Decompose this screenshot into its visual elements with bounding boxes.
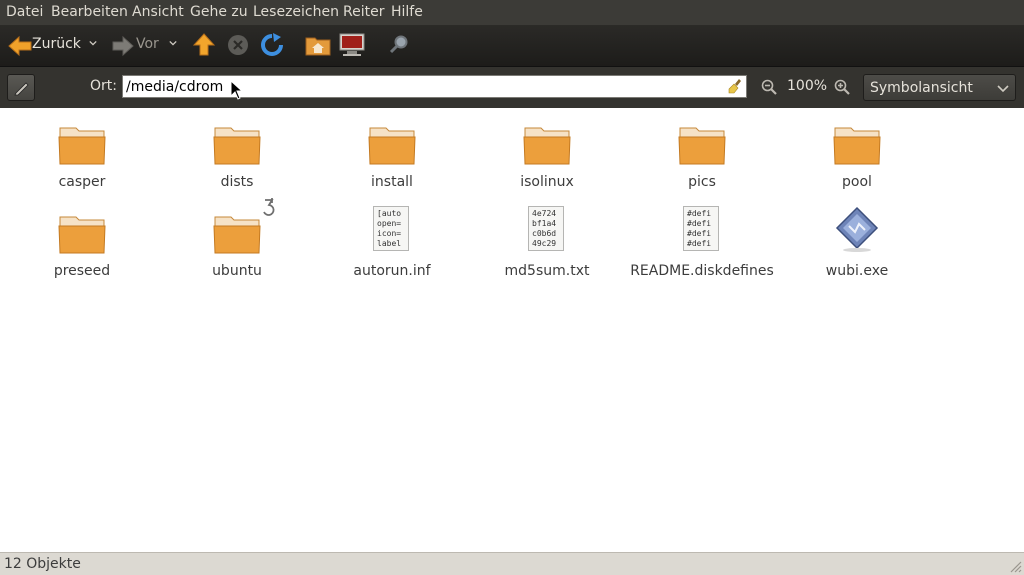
- forward-button[interactable]: Vor: [112, 33, 162, 59]
- menu-ansicht[interactable]: Ansicht: [132, 4, 184, 20]
- parent-folder-up-icon[interactable]: [193, 33, 215, 57]
- preview-line: #defi: [687, 239, 712, 248]
- clear-location-broom-icon[interactable]: [728, 78, 744, 94]
- executable-icon: [835, 206, 879, 252]
- file-name: dists: [220, 174, 254, 190]
- forward-arrow-icon: [112, 35, 134, 57]
- back-history-chevron-icon[interactable]: [89, 39, 97, 47]
- file-name: install: [371, 174, 413, 190]
- menu-lesezeichen[interactable]: Lesezeichen: [253, 4, 339, 20]
- home-folder-icon[interactable]: [305, 34, 331, 56]
- file-item[interactable]: [auto open= icon= label autorun.inf: [317, 206, 467, 285]
- zoom-in-icon[interactable]: [834, 79, 850, 95]
- preview-line: #defi: [687, 209, 712, 218]
- file-name: md5sum.txt: [504, 263, 590, 279]
- toggle-location-edit-button[interactable]: [7, 74, 35, 101]
- file-item[interactable]: casper: [7, 124, 157, 196]
- text-file-icon: [auto open= icon= label: [373, 206, 409, 251]
- preview-line: #defi: [687, 219, 712, 228]
- preview-line: #defi: [687, 229, 712, 238]
- menu-gehe-zu[interactable]: Gehe zu: [190, 4, 248, 20]
- chevron-down-icon: [997, 85, 1009, 93]
- text-file-icon: 4e724 bf1a4 c0b6d 49c29: [528, 206, 564, 251]
- text-file-icon: #defi #defi #defi #defi: [683, 206, 719, 251]
- back-button[interactable]: Zurück: [8, 33, 86, 59]
- file-item[interactable]: dists: [162, 124, 312, 196]
- folder-icon: [213, 216, 261, 254]
- resize-grip-icon[interactable]: [1010, 561, 1022, 573]
- folder-icon: [833, 127, 881, 165]
- back-arrow-icon: [8, 35, 32, 57]
- menu-bar: Datei Bearbeiten Ansicht Gehe zu Lesezei…: [0, 0, 1024, 25]
- folder-icon: [678, 127, 726, 165]
- file-name: ubuntu: [212, 263, 262, 279]
- file-name: README.diskdefines: [630, 263, 774, 279]
- view-mode-value: Symbolansicht: [870, 80, 973, 96]
- file-icon-view[interactable]: casper dists install isolinux pics pool …: [0, 108, 1024, 552]
- forward-label: Vor: [136, 36, 159, 52]
- menu-hilfe[interactable]: Hilfe: [391, 4, 423, 20]
- search-icon[interactable]: [388, 34, 410, 56]
- menu-datei[interactable]: Datei: [6, 4, 43, 20]
- file-item[interactable]: pics: [627, 124, 777, 196]
- preview-line: [auto: [377, 209, 402, 218]
- folder-icon: [213, 127, 261, 165]
- file-name: preseed: [53, 263, 111, 279]
- stop-icon[interactable]: [227, 34, 249, 56]
- folder-icon: [58, 216, 106, 254]
- file-item[interactable]: install: [317, 124, 467, 196]
- zoom-level[interactable]: 100%: [787, 78, 827, 94]
- location-bar: Ort: 100% Symbolansicht: [0, 67, 1024, 108]
- menu-bearbeiten[interactable]: Bearbeiten: [51, 4, 128, 20]
- zoom-out-icon[interactable]: [761, 79, 777, 95]
- file-item[interactable]: wubi.exe: [782, 206, 932, 285]
- file-item[interactable]: 4e724 bf1a4 c0b6d 49c29 md5sum.txt: [472, 206, 622, 285]
- pencil-icon: [14, 82, 29, 96]
- file-name: pics: [688, 174, 716, 190]
- folder-icon: [368, 127, 416, 165]
- mouse-pointer-icon: [230, 80, 244, 100]
- back-label: Zurück: [32, 36, 81, 52]
- computer-icon[interactable]: [339, 33, 365, 57]
- preview-line: 4e724: [532, 209, 557, 218]
- view-mode-select[interactable]: Symbolansicht: [863, 74, 1016, 101]
- folder-icon: [58, 127, 106, 165]
- file-name: wubi.exe: [825, 263, 889, 279]
- symlink-arrow-icon: [263, 198, 275, 216]
- menu-reiter[interactable]: Reiter: [343, 4, 384, 20]
- preview-line: c0b6d: [532, 229, 557, 238]
- preview-line: label: [377, 239, 402, 248]
- status-bar: 12 Objekte: [0, 552, 1024, 575]
- file-item[interactable]: ubuntu: [162, 198, 312, 285]
- file-item[interactable]: isolinux: [472, 124, 622, 196]
- folder-icon: [523, 127, 571, 165]
- file-item[interactable]: pool: [782, 124, 932, 196]
- reload-icon[interactable]: [260, 33, 284, 57]
- forward-history-chevron-icon[interactable]: [169, 39, 177, 47]
- status-text: 12 Objekte: [4, 556, 81, 572]
- location-label: Ort:: [90, 78, 117, 94]
- file-name: autorun.inf: [353, 263, 431, 279]
- file-name: casper: [58, 174, 106, 190]
- file-item[interactable]: #defi #defi #defi #defi README.diskdefin…: [627, 206, 777, 285]
- preview-line: 49c29: [532, 239, 557, 248]
- file-name: isolinux: [520, 174, 574, 190]
- file-name: pool: [842, 174, 872, 190]
- preview-line: open=: [377, 219, 402, 228]
- preview-line: bf1a4: [532, 219, 557, 228]
- file-item[interactable]: preseed: [7, 213, 157, 285]
- preview-line: icon=: [377, 229, 402, 238]
- location-path-input[interactable]: [122, 75, 747, 98]
- toolbar: Zurück Vor: [0, 25, 1024, 67]
